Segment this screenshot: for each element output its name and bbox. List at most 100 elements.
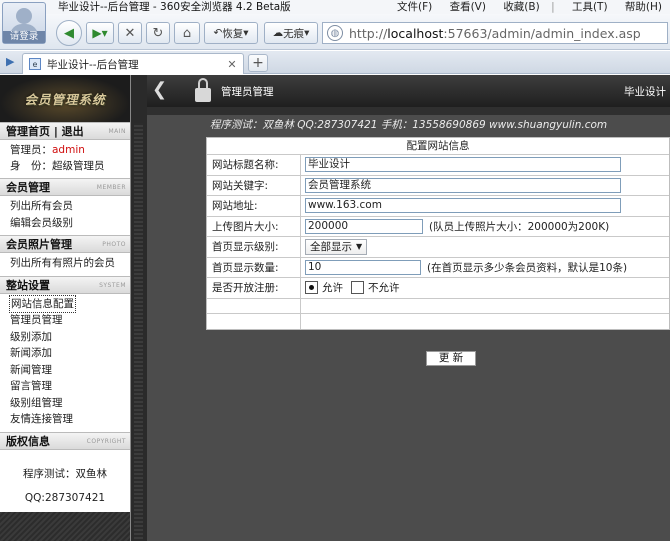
menu-add-level[interactable]: 级别添加 [10, 329, 130, 346]
menu-admin-management[interactable]: 管理员管理 [10, 312, 130, 329]
restore-button[interactable]: ↶ 恢复 ▾ [204, 22, 258, 44]
avatar-label: 请登录 [3, 31, 45, 43]
section-system-en: SYSTEM [99, 281, 126, 289]
stop-button[interactable]: ✕ [118, 22, 142, 44]
section-member-title: 会员管理 [6, 181, 50, 194]
menu-message-management[interactable]: 留言管理 [10, 378, 130, 395]
forward-button[interactable]: ▶▾ [86, 22, 114, 44]
refresh-icon: ↻ [152, 25, 164, 41]
section-copyright-header: 版权信息 COPYRIGHT [0, 431, 130, 450]
config-caption: 配置网站信息 [207, 138, 669, 155]
admin-info: 管理员：admin 身 份：超级管理员 [0, 140, 130, 178]
site-title-input[interactable]: 毕业设计 [305, 157, 621, 173]
home-button[interactable]: ⌂ [174, 22, 200, 44]
role-label: 身 份： [10, 160, 52, 172]
back-button[interactable]: ◀ [56, 20, 82, 46]
avatar-head-shape [16, 8, 32, 24]
window-title: 毕业设计--后台管理 - 360安全浏览器 4.2 Beta版 [58, 1, 291, 13]
menu-site-config[interactable]: 网站信息配置 [9, 294, 76, 313]
register-deny-option: 不允许 [351, 280, 400, 295]
splitter-grip [134, 123, 143, 541]
lock-icon [195, 78, 211, 104]
incognito-button[interactable]: ☁ 无痕 ▾ [264, 22, 318, 44]
tab-title: 毕业设计--后台管理 [47, 58, 139, 71]
address-bar[interactable]: ◍ http://localhost:57663/admin/admin_ind… [322, 22, 668, 44]
role-value: 超级管理员 [52, 160, 105, 172]
display-level-select[interactable]: 全部显示 ▼ [305, 238, 368, 255]
admin-name: admin [52, 144, 85, 156]
reload-button[interactable]: ↻ [146, 22, 170, 44]
upload-size-input[interactable]: 200000 [305, 218, 423, 234]
menu-view[interactable]: 查看(V) [450, 1, 486, 13]
page-icon: e [29, 58, 41, 70]
display-count-input[interactable]: 10 [305, 259, 421, 275]
menu-edit-member-levels[interactable]: 编辑会员级别 [10, 215, 130, 232]
menu-level-group-management[interactable]: 级别组管理 [10, 395, 130, 412]
open-register-label: 是否开放注册: [207, 278, 301, 298]
plus-icon: + [252, 55, 264, 71]
sidebar-toggle-icon[interactable]: ▶ [6, 56, 20, 68]
login-avatar[interactable]: 请登录 [2, 2, 46, 44]
frame-splitter[interactable] [131, 75, 147, 541]
chevron-down-icon: ▾ [243, 27, 249, 39]
site-config-table: 配置网站信息 网站标题名称: 毕业设计 网站关键字: 会员管理系统 网站地址: … [206, 137, 670, 330]
restore-label: 恢复 [222, 27, 244, 40]
upload-size-cell: 200000 (队员上传照片大小：200000为200K) [301, 218, 669, 234]
tab-admin[interactable]: e 毕业设计--后台管理 ✕ [22, 53, 244, 74]
system-logo: 会员管理系统 [0, 75, 130, 122]
section-home-en: MAIN [108, 128, 126, 135]
menu-news-management[interactable]: 新闻管理 [10, 362, 130, 379]
update-button[interactable]: 更 新 [426, 351, 476, 366]
menu-help[interactable]: 帮助(H) [625, 1, 662, 13]
register-allow-option: 允许 [305, 280, 343, 295]
menu-add-news[interactable]: 新闻添加 [10, 345, 130, 362]
restore-icon: ↶ [213, 27, 223, 39]
collapse-menu-icon[interactable]: ❮ [152, 79, 167, 101]
row-empty-1 [207, 298, 669, 314]
menu-tools[interactable]: 工具(T) [572, 1, 608, 13]
site-url-input[interactable]: www.163.com [305, 198, 621, 214]
section-copyright-title: 版权信息 [6, 434, 50, 448]
row-open-register: 是否开放注册: 允许 不允许 [207, 278, 669, 299]
home-icon: ⌂ [182, 25, 192, 41]
site-title-cell: 毕业设计 [301, 157, 669, 173]
empty-label-cell [207, 313, 301, 329]
tab-close-icon[interactable]: ✕ [225, 58, 239, 71]
menu-list-photo-members[interactable]: 列出所有有照片的会员 [10, 255, 130, 272]
keywords-input[interactable]: 会员管理系统 [305, 177, 621, 193]
menu-favorites[interactable]: 收藏(B) [503, 1, 539, 13]
navigation-toolbar: ◀ ▶▾ ✕ ↻ ⌂ ↶ 恢复 ▾ ☁ 无痕 ▾ ◍ http://localh… [0, 14, 670, 50]
row-site-title: 网站标题名称: 毕业设计 [207, 155, 669, 176]
chevron-down-icon: ▼ [356, 242, 363, 252]
register-deny-radio[interactable] [351, 281, 364, 295]
site-title-label: 网站标题名称: [207, 155, 301, 175]
section-photo-header: 会员照片管理 PHOTO [0, 235, 130, 253]
section-photo-title: 会员照片管理 [6, 238, 72, 251]
header-divider [147, 107, 670, 115]
copyright-info: 程序测试：双鱼林 QQ:287307421 [0, 450, 130, 510]
keywords-cell: 会员管理系统 [301, 177, 669, 193]
keywords-label: 网站关键字: [207, 175, 301, 195]
row-keywords: 网站关键字: 会员管理系统 [207, 175, 669, 196]
lock-body-shape [195, 88, 211, 102]
section-photo-items: 列出所有有照片的会员 [0, 253, 130, 276]
section-member-items: 列出所有会员 编辑会员级别 [0, 196, 130, 235]
register-allow-radio[interactable] [305, 281, 318, 295]
empty-label-cell [207, 298, 301, 313]
display-level-value: 全部显示 [310, 241, 352, 254]
home-logout-link[interactable]: 管理首页 | 退出 [6, 125, 84, 138]
section-system-items: 网站信息配置 管理员管理 级别添加 新闻添加 新闻管理 留言管理 级别组管理 友… [0, 294, 130, 432]
left-frame-footer-pattern [0, 512, 130, 541]
menu-list-members[interactable]: 列出所有会员 [10, 198, 130, 215]
new-tab-button[interactable]: + [248, 54, 268, 72]
menu-file[interactable]: 文件(F) [397, 1, 432, 13]
section-member-header: 会员管理 MEMBER [0, 178, 130, 196]
forward-arrow-icon: ▶▾ [92, 26, 108, 40]
display-level-cell: 全部显示 ▼ [301, 238, 669, 255]
section-system-title: 整站设置 [6, 278, 50, 292]
copyright-tester: 程序测试：双鱼林 [23, 467, 107, 480]
menu-friend-links[interactable]: 友情连接管理 [10, 411, 130, 428]
main-header-site-name: 毕业设计 [624, 86, 666, 98]
register-deny-label: 不允许 [368, 282, 400, 295]
section-member-en: MEMBER [96, 184, 126, 191]
